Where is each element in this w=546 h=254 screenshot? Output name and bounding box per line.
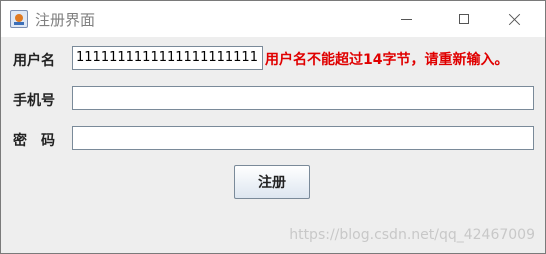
minimize-button[interactable] bbox=[383, 1, 429, 37]
close-icon bbox=[508, 13, 521, 26]
window-title: 注册界面 bbox=[35, 10, 96, 29]
register-button[interactable]: 注册 bbox=[234, 165, 310, 199]
title-bar: 注册界面 bbox=[1, 1, 545, 37]
java-app-icon bbox=[10, 10, 28, 28]
phone-label: 手机号 bbox=[13, 93, 55, 109]
username-label: 用户名 bbox=[13, 53, 55, 69]
minimize-icon bbox=[400, 18, 412, 20]
password-field[interactable] bbox=[72, 126, 534, 150]
maximize-icon bbox=[459, 14, 469, 24]
maximize-button[interactable] bbox=[441, 1, 487, 37]
close-button[interactable] bbox=[491, 1, 537, 37]
username-error-message: 用户名不能超过14字节，请重新输入。 bbox=[265, 52, 509, 68]
password-label: 密 码 bbox=[13, 133, 55, 149]
register-window: 注册界面 用户名 1111111111111111111111 用户名不能超过1… bbox=[0, 0, 546, 254]
watermark: https://blog.csdn.net/qq_42467009 bbox=[289, 227, 535, 243]
username-field[interactable]: 1111111111111111111111 bbox=[72, 46, 263, 70]
phone-field[interactable] bbox=[72, 86, 534, 110]
